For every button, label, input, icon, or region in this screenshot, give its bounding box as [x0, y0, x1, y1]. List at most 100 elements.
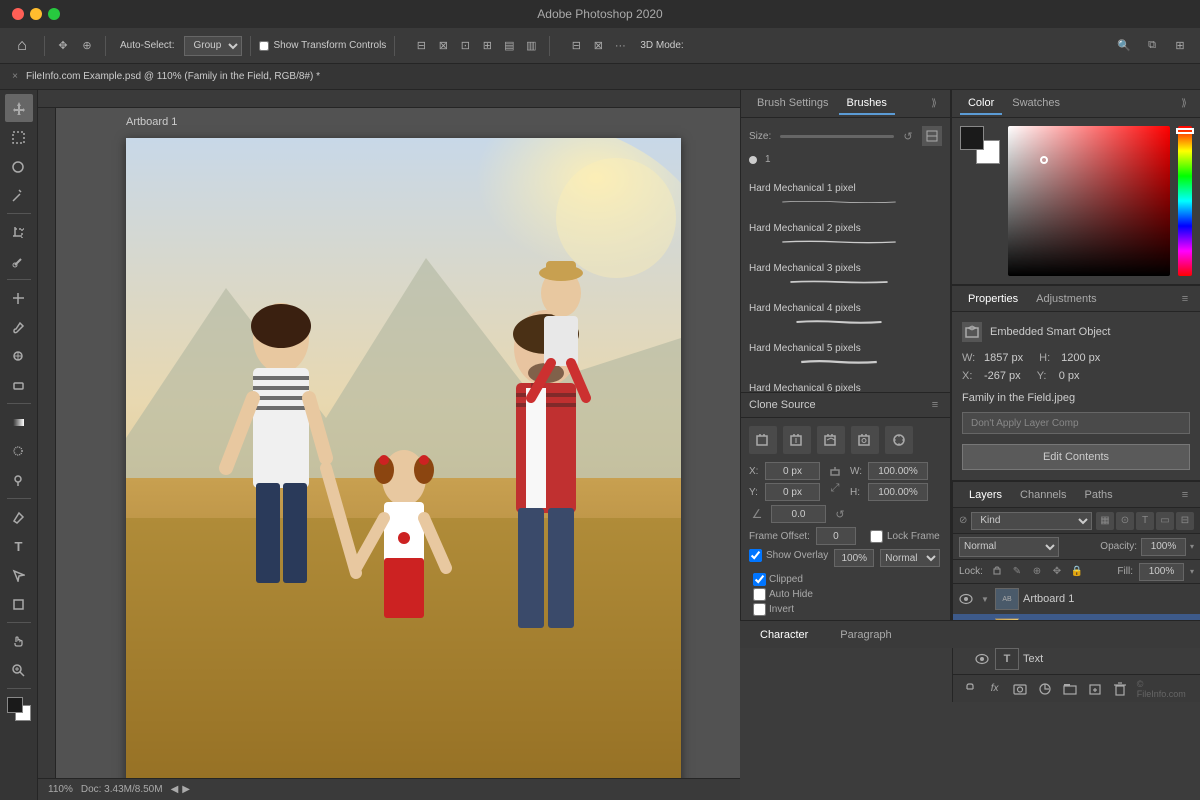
- align-mid-icon[interactable]: ▤: [499, 36, 519, 56]
- lock-paint-icon[interactable]: ✎: [1009, 564, 1025, 580]
- add-mask-icon[interactable]: [1011, 680, 1028, 698]
- tab-paths[interactable]: Paths: [1077, 485, 1121, 505]
- filter-shape-icon[interactable]: ▭: [1156, 512, 1174, 530]
- color-gradient[interactable]: [1008, 126, 1170, 276]
- prev-page[interactable]: ◀: [171, 784, 179, 795]
- brush-item-4[interactable]: Hard Mechanical 4 pixels: [745, 297, 946, 335]
- clone-h-input[interactable]: [868, 483, 928, 501]
- more-btn[interactable]: ···: [610, 36, 630, 56]
- brush-item-6[interactable]: Hard Mechanical 6 pixels: [745, 377, 946, 392]
- overlay-opacity-input[interactable]: [834, 549, 874, 567]
- overlay-checkbox[interactable]: [749, 549, 762, 562]
- pen-tool[interactable]: [5, 503, 33, 531]
- close-button[interactable]: [12, 8, 24, 20]
- search-icon[interactable]: 🔍: [1112, 34, 1136, 58]
- fill-input[interactable]: [1139, 563, 1184, 581]
- brush-item-5[interactable]: Hard Mechanical 5 pixels: [745, 337, 946, 375]
- angle-reset-icon[interactable]: ↺: [832, 506, 848, 522]
- cs-icon-3[interactable]: [817, 426, 845, 454]
- edit-contents-button[interactable]: Edit Contents: [962, 444, 1190, 470]
- clone-x-input[interactable]: [765, 462, 820, 480]
- hand-tool[interactable]: [5, 627, 33, 655]
- frame-offset-input[interactable]: [816, 527, 856, 545]
- lock-pixels-icon[interactable]: [989, 564, 1005, 580]
- canvas-content[interactable]: Artboard 1: [56, 108, 740, 778]
- auto-hide-checkbox[interactable]: [753, 588, 766, 601]
- tab-swatches[interactable]: Swatches: [1004, 93, 1068, 115]
- expand-icon[interactable]: ⟫: [926, 96, 942, 112]
- align-bottom-icon[interactable]: ▥: [521, 36, 541, 56]
- brush-item-3[interactable]: Hard Mechanical 3 pixels: [745, 257, 946, 295]
- new-layer-icon[interactable]: [1087, 680, 1104, 698]
- transform-checkbox[interactable]: [259, 41, 269, 51]
- filter-pixel-icon[interactable]: ▦: [1096, 512, 1114, 530]
- lock-icon-w[interactable]: [828, 468, 842, 482]
- color-gradient-area[interactable]: [1008, 126, 1170, 276]
- tab-properties[interactable]: Properties: [960, 289, 1026, 309]
- arrange-icon[interactable]: ⧉: [1140, 34, 1164, 58]
- layer-vis-artboard[interactable]: [957, 590, 975, 608]
- layers-menu-icon[interactable]: ≡: [1178, 488, 1192, 502]
- dist-h-icon[interactable]: ⊟: [566, 36, 586, 56]
- heal-tool[interactable]: [5, 284, 33, 312]
- align-center-icon[interactable]: ⊠: [433, 36, 453, 56]
- clone-tool[interactable]: [5, 342, 33, 370]
- brush-item-2[interactable]: Hard Mechanical 2 pixels: [745, 217, 946, 255]
- tab-brushes[interactable]: Brushes: [839, 93, 895, 115]
- home-button[interactable]: ⌂: [8, 32, 36, 60]
- layer-comp-dropdown[interactable]: Don't Apply Layer Comp: [962, 412, 1190, 434]
- color-spectrum[interactable]: [1178, 126, 1192, 276]
- reset-icon[interactable]: ↺: [900, 128, 916, 144]
- overlay-mode-select[interactable]: Normal Multiply: [880, 549, 940, 567]
- tab-brush-settings[interactable]: Brush Settings: [749, 93, 837, 115]
- delete-layer-icon[interactable]: [1112, 680, 1129, 698]
- invert-cb[interactable]: Invert: [753, 603, 813, 616]
- angle-input[interactable]: [771, 505, 826, 523]
- selection-tool[interactable]: [5, 123, 33, 151]
- fg-color-swatch[interactable]: [960, 126, 984, 150]
- layers-kind-select[interactable]: Kind Name Effect: [971, 512, 1092, 530]
- lock-artboard-icon[interactable]: ⊕: [1029, 564, 1045, 580]
- filter-smart-icon[interactable]: ⊟: [1176, 512, 1194, 530]
- brush-panel-scroll[interactable]: Size: ↺ 1 Har: [741, 118, 950, 392]
- dist-v-icon[interactable]: ⊠: [588, 36, 608, 56]
- lock-frame-checkbox[interactable]: Lock Frame: [870, 530, 940, 543]
- artboard-expand[interactable]: ▼: [979, 593, 991, 605]
- lock-all-icon[interactable]: 🔒: [1069, 564, 1085, 580]
- filter-type-icon[interactable]: T: [1136, 512, 1154, 530]
- wand-tool[interactable]: [5, 181, 33, 209]
- type-tool[interactable]: T: [5, 532, 33, 560]
- opacity-input[interactable]: [1141, 538, 1186, 556]
- show-transform-controls[interactable]: Show Transform Controls: [259, 40, 386, 51]
- lock-frame-cb[interactable]: [870, 530, 883, 543]
- layer-artboard-1[interactable]: ▼ AB Artboard 1: [953, 584, 1200, 614]
- layer-vis-text[interactable]: [973, 650, 991, 668]
- close-tab-icon[interactable]: ×: [8, 70, 22, 84]
- lasso-tool[interactable]: [5, 152, 33, 180]
- path-select-tool[interactable]: [5, 561, 33, 589]
- props-menu-icon[interactable]: ≡: [1178, 292, 1192, 306]
- lock-move-icon[interactable]: ✥: [1049, 564, 1065, 580]
- clipped-cb[interactable]: Clipped: [753, 573, 813, 586]
- layer-text[interactable]: T Text: [953, 644, 1200, 674]
- invert-checkbox[interactable]: [753, 603, 766, 616]
- brush-item-1[interactable]: Hard Mechanical 1 pixel: [745, 177, 946, 215]
- clone-source-menu[interactable]: ≡: [928, 398, 942, 412]
- gradient-tool[interactable]: [5, 408, 33, 436]
- tab-paragraph[interactable]: Paragraph: [828, 625, 903, 645]
- cs-icon-2[interactable]: [783, 426, 811, 454]
- tab-character[interactable]: Character: [748, 625, 820, 645]
- next-page[interactable]: ▶: [182, 784, 190, 795]
- cs-icon-4[interactable]: [851, 426, 879, 454]
- align-left-icon[interactable]: ⊟: [411, 36, 431, 56]
- crop-tool[interactable]: [5, 218, 33, 246]
- tab-layers[interactable]: Layers: [961, 485, 1010, 505]
- fx-icon[interactable]: fx: [986, 680, 1003, 698]
- group-layers-icon[interactable]: [1061, 680, 1078, 698]
- artboard-canvas[interactable]: [126, 138, 681, 778]
- clone-w-input[interactable]: [868, 462, 928, 480]
- filter-adjust-icon[interactable]: ⊙: [1116, 512, 1134, 530]
- show-overlay-cb[interactable]: Show Overlay: [749, 549, 828, 562]
- link-layers-icon[interactable]: [961, 680, 978, 698]
- link-icon-h[interactable]: ⤢: [828, 482, 842, 496]
